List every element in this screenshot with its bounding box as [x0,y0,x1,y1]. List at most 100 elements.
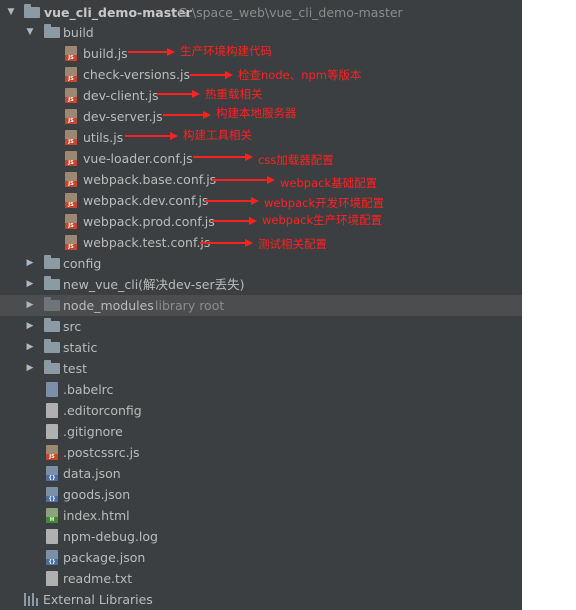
js-tag-label: JS [65,139,77,145]
text-file-icon [46,529,58,544]
collapse-arrow-icon[interactable]: ▶ [23,253,37,274]
tree-folder-row[interactable]: ▶ test [0,358,522,379]
folder-icon [24,4,40,18]
js-file-icon: JS [65,151,77,166]
js-file-icon: JS [65,235,77,250]
tree-file-row[interactable]: JS .postcssrc.js [0,442,522,463]
js-tag-label: JS [65,202,77,208]
js-tag-label: JS [65,223,77,229]
tree-file-row[interactable]: JS utils.js [0,127,522,148]
tree-folder-row[interactable]: ▶ static [0,337,522,358]
folder-icon [44,24,60,38]
js-tag-label: JS [46,454,58,460]
tree-folder-row[interactable]: ▶ src [0,316,522,337]
collapse-arrow-icon[interactable]: ▶ [23,358,37,379]
js-file-icon: JS [65,172,77,187]
json-tag-label: {} [46,496,58,502]
js-tag-label: JS [65,160,77,166]
folder-icon [44,297,60,311]
file-name: dev-server.js [83,109,163,124]
file-name: .babelrc [63,382,114,397]
folder-icon [44,255,60,269]
js-file-icon: JS [65,46,77,61]
library-root-hint: library root [155,298,225,313]
annotation-label: 构建本地服务器 [216,106,297,120]
tree-file-row[interactable]: {} goods.json [0,484,522,505]
tree-root-row[interactable]: ▼ vue_cli_demo-master G:\space_web\vue_c… [0,2,522,23]
html-tag-label: H [46,517,58,523]
text-file-icon [46,403,58,418]
collapse-arrow-icon[interactable]: ▶ [23,337,37,358]
file-name: readme.txt [63,571,133,586]
file-name: npm-debug.log [63,529,158,544]
file-name: .editorconfig [63,403,142,418]
folder-name: static [63,340,98,355]
json-tag-label: {} [46,475,58,481]
folder-name: node_modules [63,298,154,313]
tree-file-row[interactable]: npm-debug.log [0,526,522,547]
tree-folder-row[interactable]: ▶ config [0,253,522,274]
tree-file-row[interactable]: .editorconfig [0,400,522,421]
tree-folder-row[interactable]: ▶ node_modules library root [0,295,522,316]
expand-arrow-icon[interactable]: ▼ [23,22,37,43]
annotation-label: 热重载相关 [205,87,263,101]
folder-name: test [63,361,88,376]
config-file-icon [46,382,58,397]
file-name: webpack.base.conf.js [83,172,217,187]
js-file-icon: JS [65,214,77,229]
tree-file-row[interactable]: {} package.json [0,547,522,568]
js-file-icon: JS [65,67,77,82]
external-libraries-row[interactable]: External Libraries [0,589,522,610]
folder-name: new_vue_cli(解决dev-ser丢失) [63,277,245,292]
expand-arrow-icon[interactable]: ▼ [4,2,18,23]
root-folder-path: G:\space_web\vue_cli_demo-master [178,5,403,20]
file-name: utils.js [83,130,124,145]
tree-file-row[interactable]: Hindex.html [0,505,522,526]
tree-file-row[interactable]: .babelrc [0,379,522,400]
tree-file-row[interactable]: JS webpack.dev.conf.js [0,190,522,211]
annotation-label: 生产环境构建代码 [180,44,272,58]
js-file-icon: JS [65,109,77,124]
tree-file-row[interactable]: .gitignore [0,421,522,442]
tree-folder-build[interactable]: ▼ build [0,22,522,43]
js-tag-label: JS [65,118,77,124]
tree-file-row[interactable]: {} data.json [0,463,522,484]
file-name: index.html [63,508,130,523]
text-file-icon [46,424,58,439]
json-file-icon: {} [46,466,58,481]
folder-name: build [63,25,94,40]
annotation-label: 检查node、npm等版本 [238,68,362,82]
file-name: .gitignore [63,424,123,439]
file-name: data.json [63,466,121,481]
file-name: vue-loader.conf.js [83,151,193,166]
folder-name: src [63,319,82,334]
tree-file-row[interactable]: JS webpack.base.conf.js [0,169,522,190]
js-tag-label: JS [65,55,77,61]
js-tag-label: JS [65,244,77,250]
html-file-icon: H [46,508,58,523]
file-name: webpack.dev.conf.js [83,193,209,208]
js-file-icon: JS [65,130,77,145]
file-name: webpack.prod.conf.js [83,214,215,229]
folder-icon [44,360,60,374]
annotation-label: webpack基础配置 [280,176,378,190]
collapse-arrow-icon[interactable]: ▶ [23,274,37,295]
folder-icon [44,339,60,353]
json-file-icon: {} [46,550,58,565]
annotation-label: css加载器配置 [258,153,334,167]
collapse-arrow-icon[interactable]: ▶ [23,295,37,316]
annotation-label: 构建工具相关 [183,128,252,142]
file-name: package.json [63,550,146,565]
tree-file-row[interactable]: JS webpack.prod.conf.js [0,211,522,232]
js-tag-label: JS [65,181,77,187]
text-file-icon [46,571,58,586]
tree-folder-row[interactable]: ▶ new_vue_cli(解决dev-ser丢失) [0,274,522,295]
collapse-arrow-icon[interactable]: ▶ [23,316,37,337]
folder-name: config [63,256,102,271]
folder-icon [44,276,60,290]
external-libraries-label: External Libraries [43,592,153,607]
tree-file-row[interactable]: readme.txt [0,568,522,589]
file-name: dev-client.js [83,88,159,103]
js-tag-label: JS [65,97,77,103]
json-file-icon: {} [46,487,58,502]
